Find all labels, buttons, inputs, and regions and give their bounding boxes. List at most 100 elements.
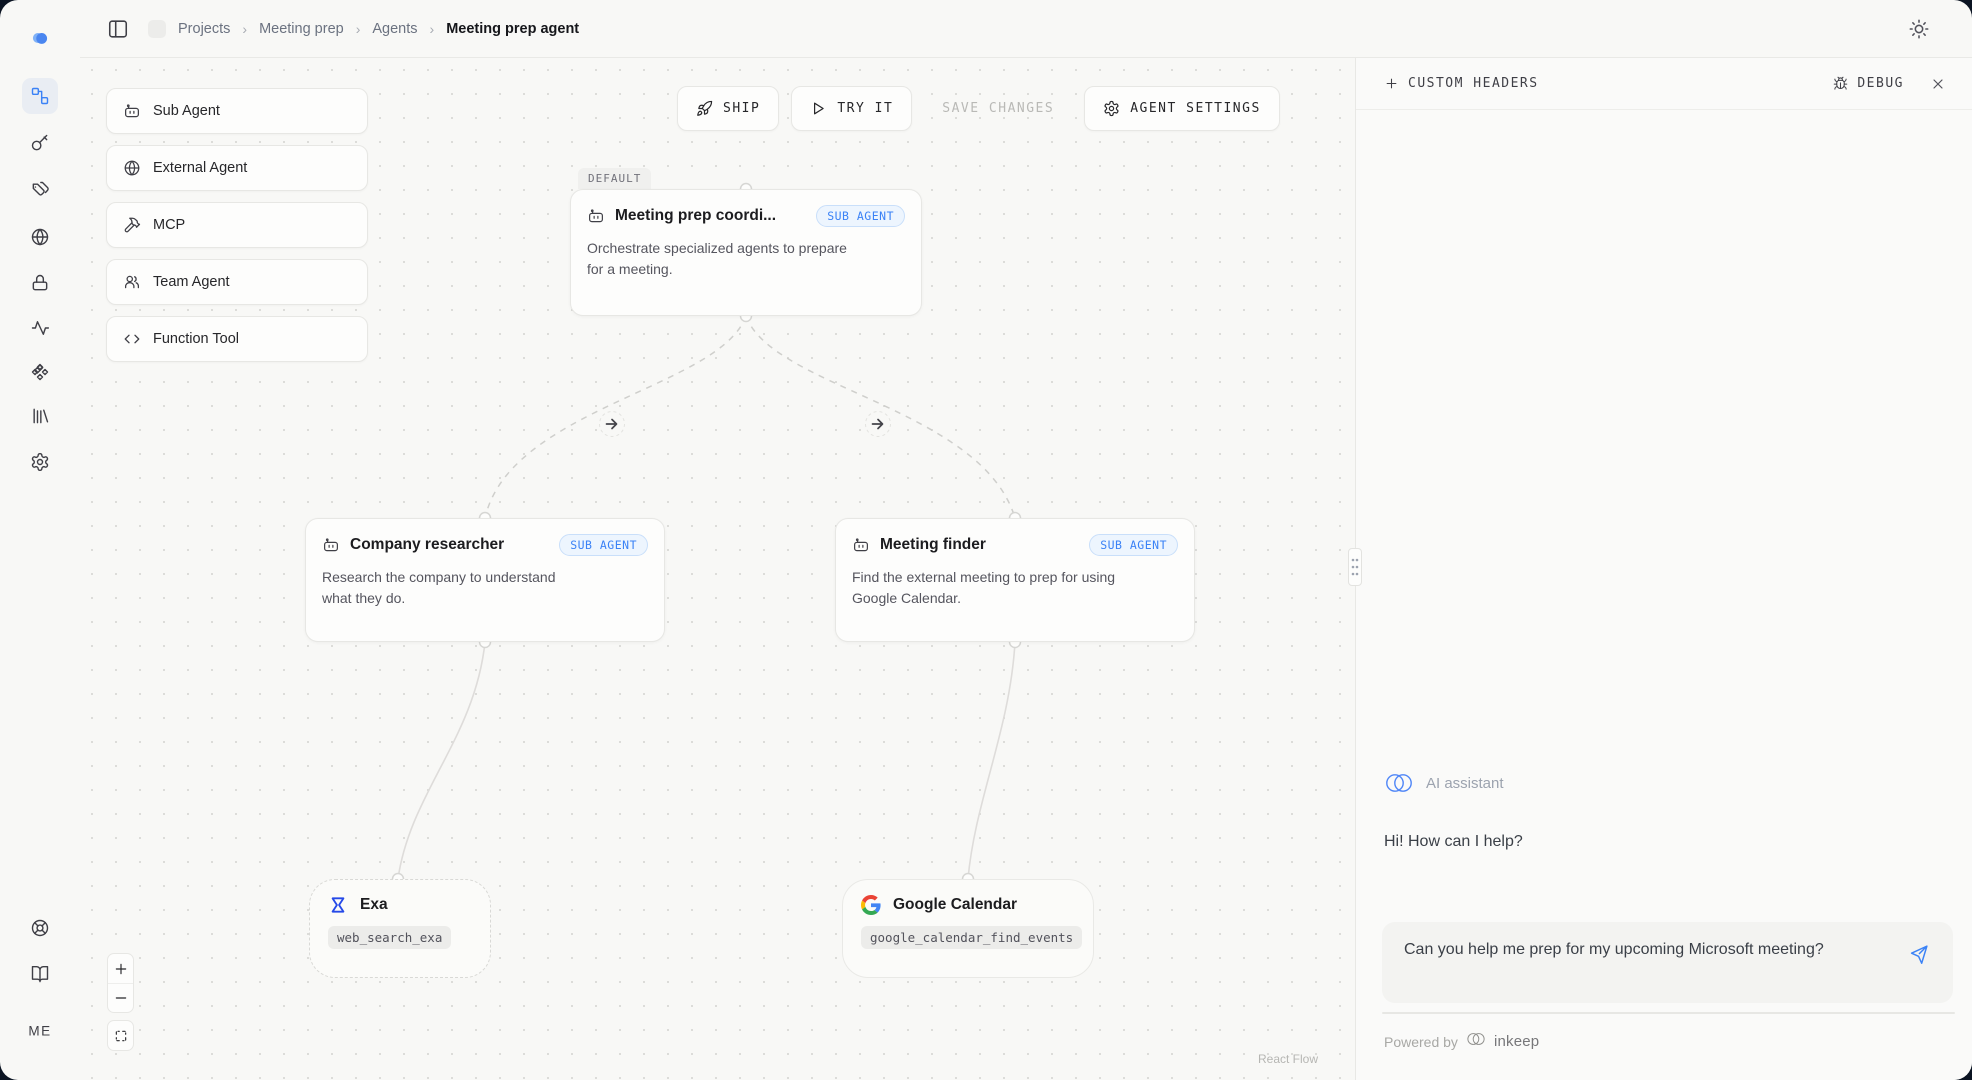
sidebar-toggle-icon[interactable]: [107, 18, 129, 40]
powered-by-label: Powered by: [1384, 1034, 1458, 1050]
debug-label: DEBUG: [1857, 76, 1904, 91]
assistant-name: AI assistant: [1426, 775, 1504, 792]
zoom-out-button[interactable]: [108, 983, 133, 1012]
breadcrumb-current-page: Meeting prep agent: [446, 21, 579, 37]
fullscreen-icon: [114, 1029, 128, 1043]
canvas-toolbar: SHIP TRY IT SAVE CHANGES AGENT SETTINGS: [677, 86, 1280, 131]
panel-resize-handle[interactable]: [1348, 548, 1362, 586]
sidebar-item-library-icon[interactable]: [22, 398, 58, 434]
custom-headers-button[interactable]: CUSTOM HEADERS: [1384, 76, 1539, 91]
sub-agent-badge: SUB AGENT: [816, 205, 905, 227]
node-palette: Sub Agent External Agent MCP Team Agent …: [106, 88, 368, 362]
breadcrumb-separator: ›: [430, 21, 435, 37]
powered-by-row[interactable]: Powered by inkeep: [1384, 1030, 1539, 1053]
fit-view-button[interactable]: [108, 1021, 133, 1050]
hammer-icon: [123, 216, 141, 234]
breadcrumb: Projects › Meeting prep › Agents › Meeti…: [148, 0, 579, 58]
debug-button[interactable]: DEBUG: [1833, 76, 1904, 91]
palette-mcp[interactable]: MCP: [106, 202, 368, 248]
palette-label: Team Agent: [153, 274, 230, 290]
inkeep-assistant-icon: [1384, 770, 1414, 796]
custom-headers-label: CUSTOM HEADERS: [1408, 76, 1539, 91]
sidebar-item-settings-icon[interactable]: [22, 444, 58, 480]
node-company-researcher[interactable]: Company researcher SUB AGENT Research th…: [305, 518, 665, 642]
inkeep-logo-icon: [1466, 1030, 1486, 1053]
node-description: Find the external meeting to prep for us…: [852, 567, 1118, 609]
rocket-icon: [696, 100, 713, 117]
assistant-header: AI assistant: [1384, 770, 1504, 796]
plus-icon: [1384, 76, 1399, 91]
node-google-calendar-tool[interactable]: Google Calendar google_calendar_find_eve…: [842, 879, 1094, 978]
tool-chip: google_calendar_find_events: [861, 926, 1082, 949]
header: Projects › Meeting prep › Agents › Meeti…: [80, 0, 1972, 58]
agent-settings-button[interactable]: AGENT SETTINGS: [1084, 86, 1280, 131]
globe-icon: [123, 159, 141, 177]
code-icon: [123, 330, 141, 348]
node-meeting-prep-coordinator[interactable]: Meeting prep coordi... SUB AGENT Orchest…: [570, 189, 922, 316]
edge-arrow-marker: [600, 412, 625, 437]
chat-divider: [1382, 1012, 1955, 1014]
palette-external-agent[interactable]: External Agent: [106, 145, 368, 191]
palette-label: MCP: [153, 217, 185, 233]
send-icon[interactable]: [1907, 944, 1929, 966]
play-icon: [810, 100, 827, 117]
help-life-buoy-icon[interactable]: [22, 910, 58, 946]
minus-icon: [114, 991, 128, 1005]
palette-sub-agent[interactable]: Sub Agent: [106, 88, 368, 134]
user-avatar[interactable]: ME: [28, 1024, 51, 1039]
sub-agent-badge: SUB AGENT: [1089, 534, 1178, 556]
bot-icon: [322, 536, 340, 554]
sidebar-item-tags-icon[interactable]: [22, 172, 58, 208]
tool-chip: web_search_exa: [328, 926, 451, 949]
theme-sun-icon[interactable]: [1908, 18, 1930, 40]
sub-agent-badge: SUB AGENT: [559, 534, 648, 556]
palette-team-agent[interactable]: Team Agent: [106, 259, 368, 305]
canvas-controls: [107, 953, 134, 1051]
bot-icon: [123, 102, 141, 120]
palette-label: External Agent: [153, 160, 247, 176]
sidebar-item-external-agents-icon[interactable]: [22, 219, 58, 255]
chat-input-card: Can you help me prep for my upcoming Mic…: [1382, 922, 1953, 1003]
edge-arrow-marker: [866, 412, 891, 437]
sidebar-item-components-icon[interactable]: [22, 354, 58, 390]
default-tag: DEFAULT: [578, 168, 651, 189]
node-exa-tool[interactable]: Exa web_search_exa: [309, 879, 491, 978]
zoom-in-button[interactable]: [108, 954, 133, 983]
bug-icon: [1833, 76, 1848, 91]
panel-header: CUSTOM HEADERS DEBUG: [1356, 58, 1972, 110]
node-title: Meeting finder: [880, 536, 986, 554]
try-it-label: TRY IT: [837, 101, 893, 116]
node-title: Meeting prep coordi...: [615, 207, 776, 225]
bot-icon: [852, 536, 870, 554]
chat-input[interactable]: Can you help me prep for my upcoming Mic…: [1404, 937, 1824, 963]
palette-function-tool[interactable]: Function Tool: [106, 316, 368, 362]
node-description: Research the company to understand what …: [322, 567, 588, 609]
close-panel-icon[interactable]: [1930, 76, 1946, 92]
project-color-chip: [148, 20, 166, 38]
sidebar-item-activity-icon[interactable]: [22, 310, 58, 346]
breadcrumb-meeting-prep[interactable]: Meeting prep: [259, 21, 344, 37]
docs-book-icon[interactable]: [22, 957, 58, 993]
breadcrumb-agents[interactable]: Agents: [372, 21, 417, 37]
sidebar-item-agents-graph-icon[interactable]: [22, 78, 58, 114]
bot-icon: [587, 207, 605, 225]
breadcrumb-projects[interactable]: Projects: [178, 21, 230, 37]
gear-icon: [1103, 100, 1120, 117]
node-meeting-finder[interactable]: Meeting finder SUB AGENT Find the extern…: [835, 518, 1195, 642]
flow-canvas[interactable]: Sub Agent External Agent MCP Team Agent …: [80, 58, 1355, 1080]
agent-settings-label: AGENT SETTINGS: [1130, 101, 1261, 116]
react-flow-attribution[interactable]: React Flow: [1258, 1052, 1318, 1066]
inkeep-logo-icon[interactable]: [22, 20, 58, 56]
sidebar-item-credentials-icon[interactable]: [22, 265, 58, 301]
breadcrumb-separator: ›: [356, 21, 361, 37]
sidebar-item-api-keys-icon[interactable]: [22, 125, 58, 161]
try-it-button[interactable]: TRY IT: [791, 86, 912, 131]
save-changes-button[interactable]: SAVE CHANGES: [924, 86, 1072, 131]
assistant-greeting: Hi! How can I help?: [1384, 833, 1523, 851]
tool-title: Exa: [360, 896, 388, 914]
palette-label: Sub Agent: [153, 103, 220, 119]
exa-logo-icon: [328, 895, 348, 915]
node-title: Company researcher: [350, 536, 504, 554]
google-logo-icon: [861, 895, 881, 915]
ship-button[interactable]: SHIP: [677, 86, 779, 131]
